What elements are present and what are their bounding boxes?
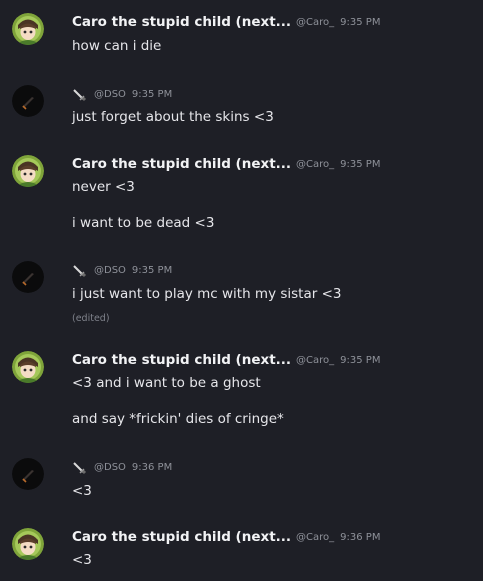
author-handle: @Caro_ xyxy=(296,16,335,28)
message-timestamp: 9:35 PM xyxy=(340,158,381,170)
message-text: i just want to play mc with my sistar <3 xyxy=(72,286,342,302)
message-feed: Caro the stupid child (next... @Caro_ 9:… xyxy=(0,0,483,581)
author-handle: @Caro_ xyxy=(296,158,335,170)
edited-label: (edited) xyxy=(72,313,110,324)
author-name[interactable]: Caro the stupid child (next... xyxy=(72,352,291,368)
sword-icon xyxy=(72,263,88,278)
dso-avatar-icon[interactable] xyxy=(12,458,44,490)
message-text: and say *frickin' dies of cringe* xyxy=(72,411,284,427)
author-handle[interactable]: @DSO xyxy=(94,89,126,100)
caro-avatar-icon[interactable] xyxy=(12,528,44,560)
message-header: @DSO 9:35 PM xyxy=(72,85,172,103)
author-handle[interactable]: @DSO xyxy=(94,462,126,473)
message-text: just forget about the skins <3 xyxy=(72,109,274,125)
message-text: i want to be dead <3 xyxy=(72,215,215,231)
dso-avatar-icon[interactable] xyxy=(12,85,44,117)
message-header: Caro the stupid child (next... @Caro_ 9:… xyxy=(72,351,380,369)
message-text: how can i die xyxy=(72,38,162,54)
message-timestamp: 9:35 PM xyxy=(340,354,381,366)
message-header: @DSO 9:35 PM xyxy=(72,261,172,279)
sword-icon xyxy=(72,460,88,475)
dso-avatar-icon[interactable] xyxy=(12,261,44,293)
author-name[interactable]: Caro the stupid child (next... xyxy=(72,529,291,545)
message-timestamp: 9:36 PM xyxy=(340,531,381,543)
caro-avatar-icon[interactable] xyxy=(12,351,44,383)
message-text: <3 and i want to be a ghost xyxy=(72,375,261,391)
sword-icon xyxy=(72,87,88,102)
author-name[interactable]: Caro the stupid child (next... xyxy=(72,156,291,172)
message-text: <3 xyxy=(72,483,92,499)
message-timestamp: 9:35 PM xyxy=(340,16,381,28)
caro-avatar-icon[interactable] xyxy=(12,155,44,187)
message-header: Caro the stupid child (next... @Caro_ 9:… xyxy=(72,528,380,546)
author-handle[interactable]: @DSO xyxy=(94,265,126,276)
message-header: Caro the stupid child (next... @Caro_ 9:… xyxy=(72,155,380,173)
message-text: never <3 xyxy=(72,179,135,195)
message-timestamp: 9:35 PM xyxy=(131,264,173,276)
message-header: @DSO 9:36 PM xyxy=(72,458,172,476)
message-header: Caro the stupid child (next... @Caro_ 9:… xyxy=(72,13,380,31)
message-timestamp: 9:35 PM xyxy=(131,88,173,100)
message-text: <3 xyxy=(72,552,92,568)
author-handle: @Caro_ xyxy=(296,531,335,543)
message-timestamp: 9:36 PM xyxy=(131,461,173,473)
author-name[interactable]: Caro the stupid child (next... xyxy=(72,14,291,30)
author-handle: @Caro_ xyxy=(296,354,335,366)
caro-avatar-icon[interactable] xyxy=(12,13,44,45)
